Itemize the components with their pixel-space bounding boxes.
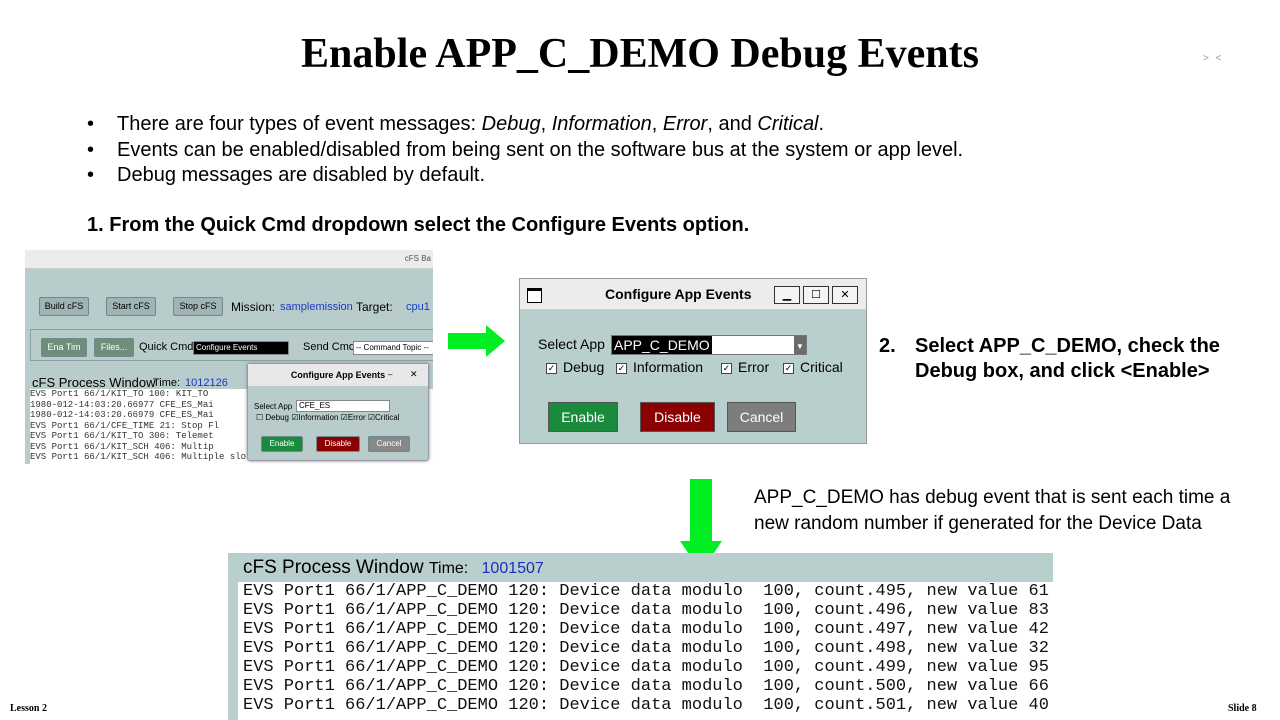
small-configure-dialog: Configure App Events – ✕ Select App CFE_…	[247, 363, 429, 461]
window-icon	[527, 288, 542, 303]
process-window-header: cFS Process Window Time: 1001507	[243, 557, 544, 579]
maximize-icon[interactable]: ☐	[803, 286, 829, 304]
footer-lesson: Lesson 2	[10, 703, 47, 714]
disable-button[interactable]: Disable	[640, 402, 715, 432]
build-cfs-button[interactable]: Build cFS	[39, 297, 89, 316]
bullet-list: • There are four types of event messages:…	[87, 112, 963, 189]
process-window-title: cFS Process Window	[243, 557, 424, 578]
log-line: EVS Port1 66/1/APP_C_DEMO 120: Device da…	[243, 658, 1049, 677]
time-value: 1001507	[481, 560, 544, 577]
footer-slide-number: Slide 8	[1228, 703, 1257, 714]
log-line: EVS Port1 66/1/APP_C_DEMO 120: Device da…	[243, 582, 1049, 601]
slide-title: Enable APP_C_DEMO Debug Events	[301, 31, 979, 77]
event-log: EVS Port1 66/1/APP_C_DEMO 120: Device da…	[238, 582, 1053, 720]
step-2-instruction: 2. Select APP_C_DEMO, check the Debug bo…	[879, 335, 1220, 382]
dialog-title-bar: Configure App Events ▁ ☐ ✕	[520, 279, 866, 310]
chevron-down-icon[interactable]: ▼	[794, 336, 806, 354]
cancel-button[interactable]: Cancel	[727, 402, 796, 432]
bullet-item: • Debug messages are disabled by default.	[87, 164, 486, 186]
debug-checkbox[interactable]: ✓ Debug	[546, 359, 604, 375]
right-arrow-icon	[448, 325, 505, 357]
ena-tim-button[interactable]: Ena Tim	[41, 338, 87, 357]
start-cfs-button[interactable]: Start cFS	[106, 297, 156, 316]
enable-button[interactable]: Enable	[548, 402, 618, 432]
target-value: cpu1	[406, 301, 430, 313]
log-line: EVS Port1 66/1/APP_C_DEMO 120: Device da…	[243, 677, 1049, 696]
send-cmd-dropdown[interactable]: -- Command Topic --	[353, 341, 433, 355]
select-app-dropdown[interactable]: APP_C_DEMO ▼	[611, 335, 807, 355]
select-app-label: Select App	[538, 336, 605, 352]
stop-cfs-button[interactable]: Stop cFS	[173, 297, 223, 316]
small-enable-button[interactable]: Enable	[261, 436, 303, 452]
configure-app-events-dialog: Configure App Events ▁ ☐ ✕ Select App AP…	[519, 278, 867, 444]
ground-system-screenshot: cFS Ba Build cFS Start cFS Stop cFS Miss…	[25, 250, 433, 464]
quick-cmd-dropdown[interactable]: Configure Events	[193, 341, 289, 355]
send-cmd-label: Send Cmd:	[303, 341, 359, 353]
bullet-item: • There are four types of event messages:…	[87, 113, 825, 135]
close-icon[interactable]: ✕	[410, 369, 418, 380]
step-1-instruction: 1. From the Quick Cmd dropdown select th…	[87, 214, 750, 236]
bullet-item: • Events can be enabled/disabled from bei…	[87, 138, 964, 161]
small-dialog-title: Configure App Events	[248, 364, 428, 386]
files-button[interactable]: Files...	[94, 338, 134, 357]
information-checkbox[interactable]: ✓ Information	[616, 359, 703, 375]
log-line: EVS Port1 66/1/APP_C_DEMO 120: Device da…	[243, 620, 1049, 639]
minimize-icon[interactable]: ▁	[774, 286, 800, 304]
quick-cmd-label: Quick Cmd:	[139, 341, 197, 353]
small-disable-button[interactable]: Disable	[316, 436, 360, 452]
target-label: Target:	[356, 300, 393, 314]
screenshot-title-bar: cFS Ba	[25, 250, 433, 269]
time-value: 1012126	[185, 377, 228, 389]
log-line: EVS Port1 66/1/APP_C_DEMO 120: Device da…	[243, 639, 1049, 658]
mission-label: Mission:	[231, 300, 276, 314]
time-label: Time:	[153, 377, 181, 389]
select-app-value: APP_C_DEMO	[612, 336, 712, 354]
close-icon[interactable]: ✕	[832, 286, 858, 304]
debug-event-note: APP_C_DEMO has debug event that is sent …	[754, 487, 1231, 534]
small-select-label: Select App	[254, 402, 293, 411]
minimize-icon[interactable]: –	[388, 370, 392, 379]
process-window: cFS Process Window Time: 1001507 EVS Por…	[228, 553, 1053, 720]
log-line: EVS Port1 66/1/APP_C_DEMO 120: Device da…	[243, 696, 1049, 715]
corner-mark: > <	[1203, 53, 1224, 64]
small-select-app[interactable]: CFE_ES	[296, 400, 390, 412]
process-window-label: cFS Process Window	[32, 375, 156, 390]
log-line: EVS Port1 66/1/APP_C_DEMO 120: Device da…	[243, 601, 1049, 620]
small-cancel-button[interactable]: Cancel	[368, 436, 410, 452]
dialog-title: Configure App Events	[605, 286, 752, 302]
time-label: Time:	[428, 560, 469, 577]
critical-checkbox[interactable]: ✓ Critical	[783, 359, 843, 375]
small-checkboxes[interactable]: ☐ Debug ☑Information ☑Error ☑Critical	[256, 413, 399, 422]
mission-value: samplemission	[280, 301, 353, 313]
error-checkbox[interactable]: ✓ Error	[721, 359, 769, 375]
